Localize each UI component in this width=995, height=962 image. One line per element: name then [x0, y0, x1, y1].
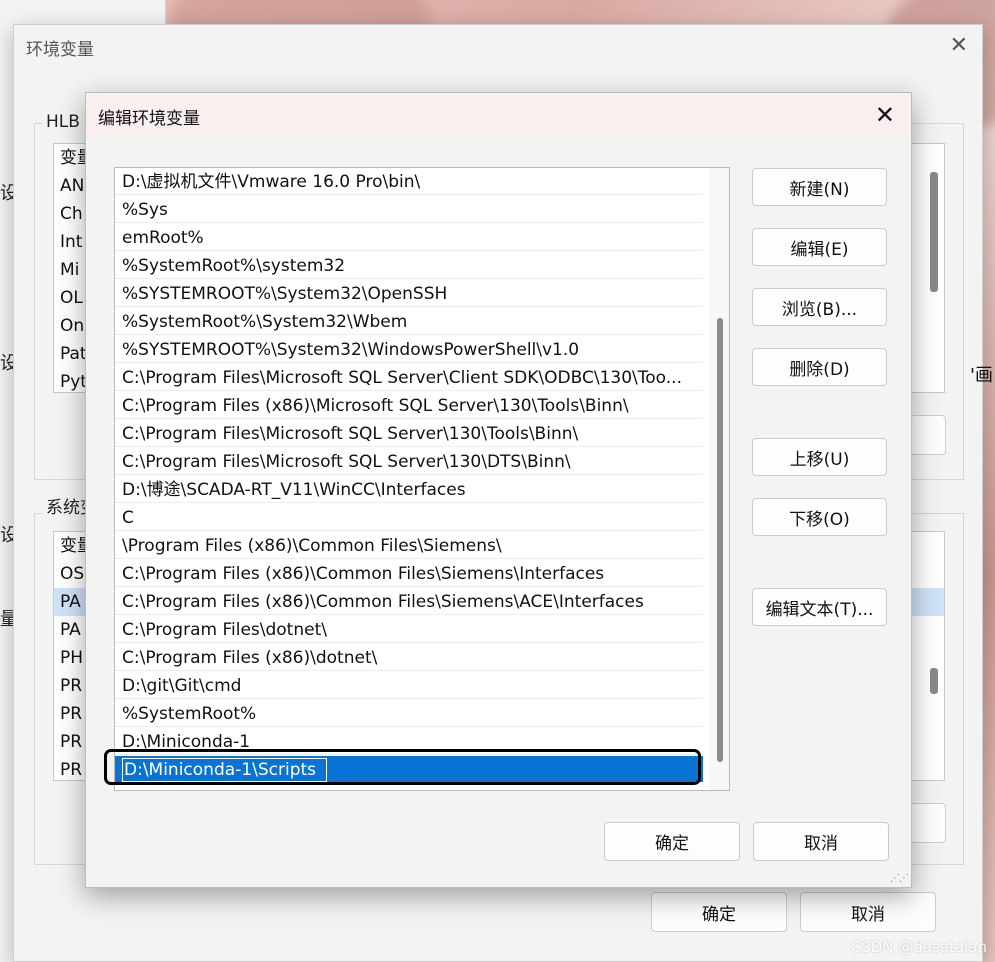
list-item[interactable]: \Program Files (x86)\Common Files\Siemen… — [115, 532, 703, 559]
browse-button[interactable]: 浏览(B)... — [752, 288, 887, 326]
list-item[interactable]: %SYSTEMROOT%\System32\OpenSSH — [115, 280, 703, 307]
list-item[interactable]: C:\Program Files (x86)\Microsoft SQL Ser… — [115, 392, 703, 419]
path-list[interactable]: D:\虚拟机文件\Vmware 16.0 Pro\bin\ %Sys emRoo… — [114, 167, 730, 791]
list-item[interactable]: %SystemRoot%\System32\Wbem — [115, 308, 703, 335]
path-edit-input[interactable]: D:\Miniconda-1\Scripts — [122, 758, 328, 782]
list-item[interactable]: C:\Program Files (x86)\Common Files\Siem… — [115, 588, 703, 615]
watermark: CSDN @dasatalan — [850, 938, 987, 956]
cancel-button[interactable]: 取消 — [800, 892, 936, 932]
user-variables-action-button[interactable] — [910, 415, 946, 455]
scrollbar-thumb[interactable] — [930, 668, 938, 694]
list-item[interactable]: %Sys — [115, 196, 703, 223]
close-icon[interactable]: ✕ — [875, 101, 895, 129]
close-icon[interactable]: ✕ — [950, 33, 968, 58]
list-item[interactable]: C:\Program Files (x86)\dotnet\ — [115, 644, 703, 671]
scrollbar-thumb[interactable] — [717, 318, 723, 762]
list-item[interactable]: emRoot% — [115, 224, 703, 251]
list-item[interactable]: D:\虚拟机文件\Vmware 16.0 Pro\bin\ — [115, 168, 703, 195]
list-item[interactable]: %SystemRoot% — [115, 700, 703, 727]
delete-button[interactable]: 删除(D) — [752, 348, 887, 386]
list-item[interactable]: C:\Program Files\dotnet\ — [115, 616, 703, 643]
list-item[interactable]: C:\Program Files\Microsoft SQL Server\Cl… — [115, 364, 703, 391]
resize-grip-icon[interactable]: ⋰⋰ — [890, 873, 909, 884]
list-item[interactable]: %SYSTEMROOT%\System32\WindowsPowerShell\… — [115, 336, 703, 363]
dialog-title: 编辑环境变量 — [98, 109, 200, 129]
cancel-button[interactable]: 取消 — [753, 822, 889, 861]
list-item[interactable]: C:\Program Files\Microsoft SQL Server\13… — [115, 420, 703, 447]
new-button[interactable]: 新建(N) — [752, 168, 887, 206]
fragment-text: 设 — [0, 183, 14, 204]
list-item[interactable]: C:\Program Files (x86)\Common Files\Siem… — [115, 560, 703, 587]
list-item[interactable]: D:\博途\SCADA-RT_V11\WinCC\Interfaces — [115, 476, 703, 503]
list-item[interactable]: D:\git\Git\cmd — [115, 672, 703, 699]
ok-button[interactable]: 确定 — [604, 822, 740, 861]
title-bar: 编辑环境变量 ✕ — [86, 93, 911, 137]
fragment-text: 设 — [0, 525, 14, 546]
list-item[interactable]: C:\Program Files\Microsoft SQL Server\13… — [115, 448, 703, 475]
window-title: 环境变量 — [26, 40, 94, 60]
ok-button[interactable]: 确定 — [651, 892, 787, 932]
move-down-button[interactable]: 下移(O) — [752, 498, 887, 536]
fragment-text: 量 — [0, 609, 14, 630]
selected-path-item[interactable]: D:\Miniconda-1\Scripts — [115, 756, 703, 783]
fragment-text: '画 — [970, 365, 993, 386]
fragment-text: 设 — [0, 353, 14, 374]
system-variables-action-button[interactable] — [910, 803, 946, 843]
list-item[interactable]: %SystemRoot%\system32 — [115, 252, 703, 279]
move-up-button[interactable]: 上移(U) — [752, 438, 887, 476]
list-item[interactable]: D:\Miniconda-1 — [115, 728, 703, 755]
list-item[interactable]: C — [115, 504, 703, 531]
edit-button[interactable]: 编辑(E) — [752, 228, 887, 266]
edit-environment-variable-dialog: 编辑环境变量 ✕ D:\虚拟机文件\Vmware 16.0 Pro\bin\ %… — [85, 92, 912, 888]
edit-text-button[interactable]: 编辑文本(T)... — [752, 588, 887, 626]
scrollbar[interactable] — [709, 168, 729, 790]
scrollbar-thumb[interactable] — [930, 172, 938, 292]
